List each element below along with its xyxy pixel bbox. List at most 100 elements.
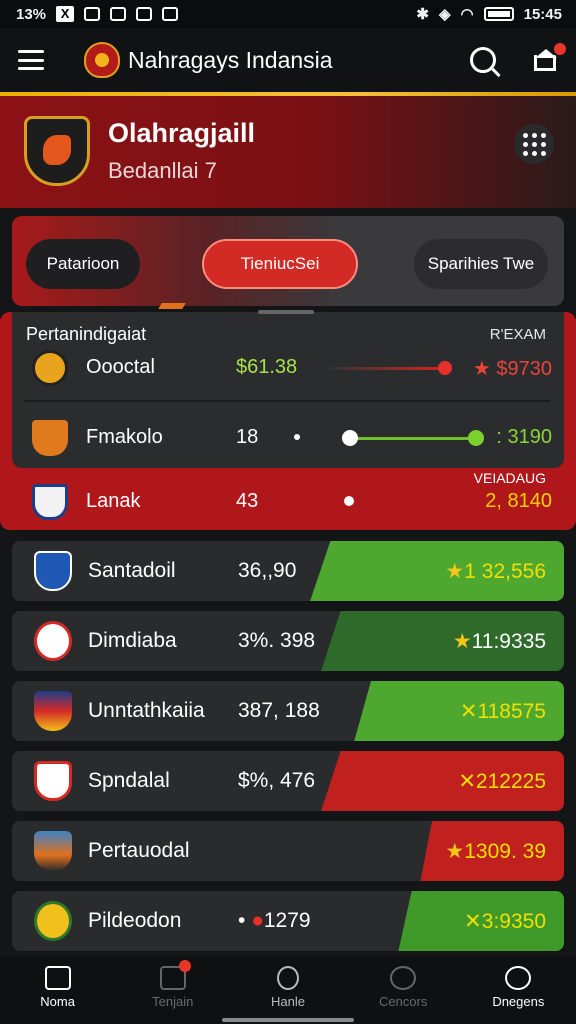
vibrate-icon: ◈ (438, 6, 451, 23)
team-value: ★ $9730 (472, 358, 552, 380)
table-row[interactable]: Lanak 43 2, 8140 (24, 480, 552, 524)
bluetooth-icon: ✱ (416, 6, 429, 23)
notification-square-icon (162, 7, 179, 21)
club-title: Olahragjaill (108, 118, 256, 148)
nav-hanle[interactable]: Hanle (233, 960, 343, 1020)
team-name: Lanak (86, 490, 141, 512)
search-icon (276, 966, 299, 990)
team-stat: • ●1279 (238, 909, 311, 932)
team-stat: 18 (236, 426, 259, 448)
team-stat: $61.38 (236, 356, 298, 378)
app-bar: Nahragays Indansia (0, 28, 576, 92)
team-name: Dimdiaba (88, 629, 177, 652)
team-crest-icon (34, 621, 72, 661)
progress-track (330, 367, 446, 370)
team-name: Unntathkaiia (88, 699, 205, 722)
cross-icon: ✕ (459, 700, 478, 723)
team-stat: 36,,90 (238, 559, 297, 582)
nav-label: Hanle (270, 994, 305, 1009)
team-name: Spndalal (88, 769, 170, 792)
home-indicator (222, 1018, 354, 1022)
progress-track (350, 437, 478, 440)
nav-label: Tenjain (152, 994, 194, 1009)
nav-dnegens[interactable]: Dnegens (463, 960, 573, 1020)
team-crest-icon (34, 901, 72, 941)
nav-cencors[interactable]: Cencors (348, 960, 458, 1020)
standings-column-label: R'EXAM (489, 326, 546, 343)
team-card[interactable]: Dimdiaba 3%. 398 ★11:9335 (12, 611, 564, 671)
team-value: ★1309. 39 (445, 840, 546, 863)
nav-label: Cencors (378, 994, 428, 1009)
tab-tieniucsei[interactable]: TieniucSei (202, 239, 358, 289)
indicator-dot (344, 496, 354, 506)
team-name: Pildeodon (88, 909, 182, 932)
team-stat: $%, 476 (238, 769, 316, 792)
notification-settings-icon (84, 7, 101, 21)
team-name: Santadoil (88, 559, 176, 582)
home-icon (44, 966, 71, 990)
club-header: Olahragjaill Bedanllai 7 (0, 96, 576, 208)
cross-icon: ✕ (458, 770, 476, 793)
star-icon: ★ (445, 840, 465, 863)
notification-x-icon: X (56, 6, 75, 22)
team-name: Fmakolo (86, 426, 163, 448)
team-value: ✕212225 (458, 770, 546, 793)
team-value: : 3190 (496, 426, 552, 448)
team-crest-icon (32, 484, 68, 520)
team-crest-icon (34, 831, 72, 871)
app-title: Nahragays Indansia (128, 46, 333, 73)
red-dot-icon: ● (251, 909, 264, 932)
bottom-navigation: Noma Tenjain Hanle Cencors Dnegens (0, 956, 576, 1024)
battery-icon (483, 7, 514, 21)
wifi-icon: ◠ (460, 6, 474, 23)
nav-tenjain[interactable]: Tenjain (118, 960, 228, 1020)
calendar-icon (159, 960, 191, 990)
team-card[interactable]: Pertauodal ★1309. 39 (12, 821, 564, 881)
nav-noma[interactable]: Noma (3, 960, 113, 1020)
team-crest-icon (34, 691, 72, 731)
team-stat: 387, 188 (238, 699, 320, 722)
more-options-button[interactable] (514, 124, 554, 164)
progress-knob[interactable] (438, 361, 452, 375)
club-subtitle: Bedanllai 7 (108, 158, 217, 183)
progress-knob-start[interactable] (342, 430, 358, 446)
notification-dot (178, 960, 191, 972)
notifications-icon[interactable] (534, 43, 566, 71)
progress-knob-end[interactable] (468, 430, 484, 446)
team-card[interactable]: Pildeodon • ●1279 ✕3:9350 (12, 891, 564, 951)
standings-header: Pertanindigaiat (26, 324, 147, 344)
team-card[interactable]: Santadoil 36,,90 ★1 32,556 (12, 541, 564, 601)
notification-image-icon (110, 7, 127, 21)
table-row[interactable]: Oooctal $61.38 ★ $9730 (24, 346, 552, 390)
team-value: 2, 8140 (485, 490, 552, 512)
cross-icon: ✕ (464, 910, 482, 933)
notification-dot (554, 43, 566, 55)
tab-patarioon[interactable]: Patarioon (26, 239, 140, 289)
team-card[interactable]: Spndalal $%, 476 ✕212225 (12, 751, 564, 811)
compass-icon (390, 966, 417, 990)
team-name: Oooctal (86, 356, 155, 378)
nav-label: Dnegens (492, 994, 545, 1009)
stats-icon (505, 966, 532, 990)
accent-notch (158, 303, 186, 309)
indicator-dot (294, 434, 300, 440)
team-crest-icon (34, 551, 72, 591)
menu-icon[interactable] (18, 50, 44, 70)
team-crest-icon (32, 350, 68, 386)
team-stat: 43 (236, 490, 259, 512)
team-value: ★1 32,556 (445, 560, 546, 583)
tab-sparihies-twe[interactable]: Sparihies Twe (414, 239, 548, 289)
club-badge (24, 116, 90, 186)
team-name: Pertauodal (88, 839, 190, 862)
status-time-right: 15:45 (523, 5, 562, 23)
team-value: ★11:9335 (452, 630, 546, 653)
star-icon: ★ (452, 630, 472, 653)
drag-handle[interactable] (258, 310, 314, 314)
app-logo (84, 42, 120, 78)
team-card[interactable]: Unntathkaiia 387, 188 ✕118575 (12, 681, 564, 741)
search-icon[interactable] (470, 47, 496, 73)
team-value: ✕3:9350 (464, 910, 546, 933)
status-time-left: 13% (16, 5, 47, 23)
table-row[interactable]: Fmakolo 18 : 3190 (24, 416, 552, 460)
status-bar: 13% X ✱ ◈ ◠ 15:45 (0, 0, 576, 28)
